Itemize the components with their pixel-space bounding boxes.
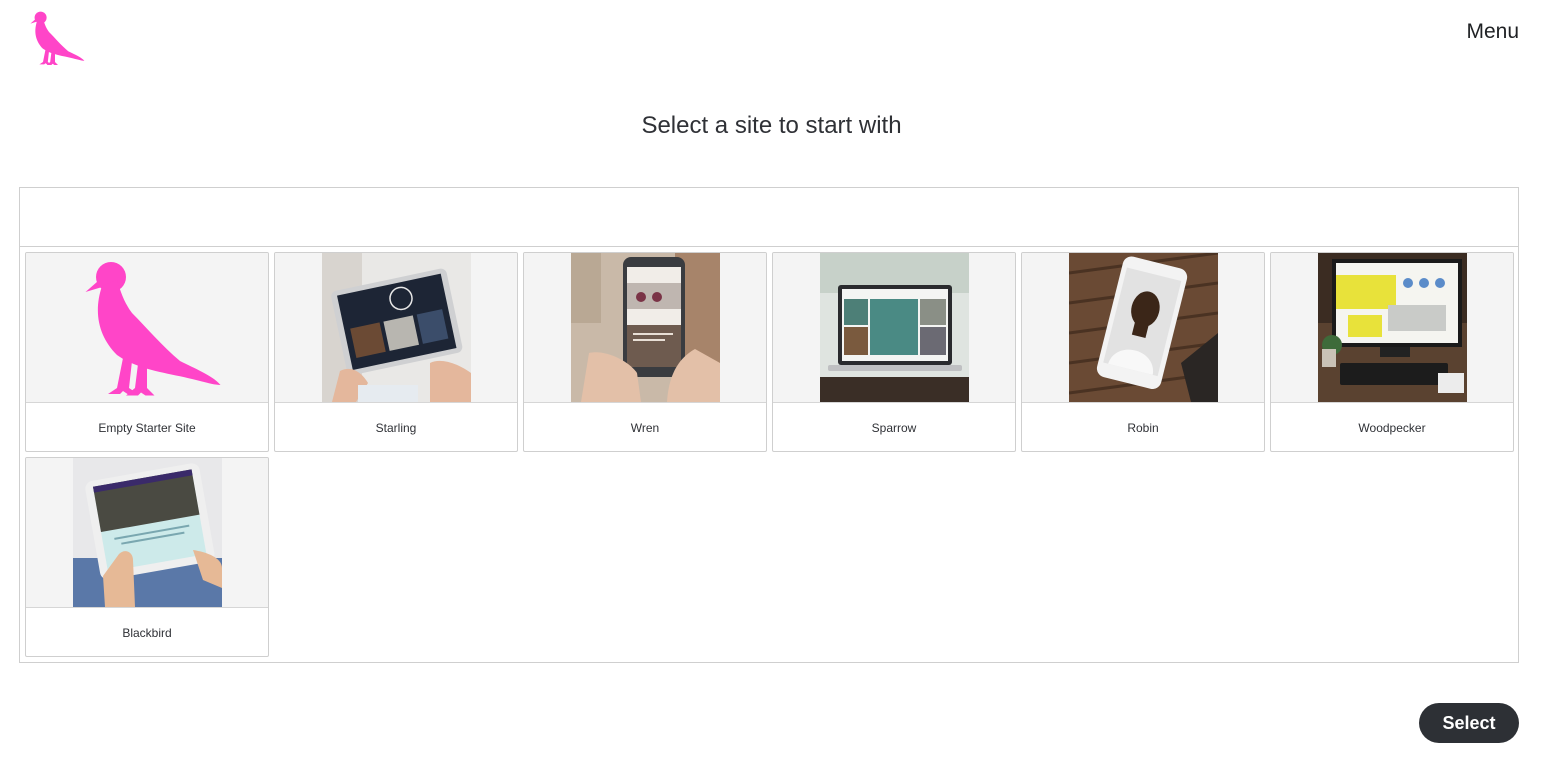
site-thumbnail bbox=[275, 253, 517, 403]
tablet-photo bbox=[321, 253, 471, 402]
site-thumbnail bbox=[1022, 253, 1264, 403]
site-card-blackbird[interactable]: Blackbird bbox=[25, 457, 269, 657]
site-thumbnail bbox=[26, 253, 268, 403]
phone-portrait-photo bbox=[1068, 253, 1218, 402]
site-thumbnail bbox=[26, 458, 268, 608]
site-grid: Empty Starter Site Starling Wren Sparrow… bbox=[25, 252, 1514, 657]
site-card-label: Robin bbox=[1127, 420, 1159, 435]
phone-photo bbox=[570, 253, 720, 402]
tablet-hand-photo bbox=[72, 458, 222, 607]
site-card-woodpecker[interactable]: Woodpecker bbox=[1270, 252, 1514, 452]
page-title: Select a site to start with bbox=[641, 112, 902, 139]
page: Menu Select a site to start with Empty S… bbox=[0, 0, 1543, 765]
site-card-label: Woodpecker bbox=[1358, 420, 1426, 435]
site-picker: Empty Starter Site Starling Wren Sparrow… bbox=[19, 187, 1519, 663]
select-button[interactable]: Select bbox=[1419, 703, 1519, 743]
site-card-sparrow[interactable]: Sparrow bbox=[772, 252, 1016, 452]
site-card-wren[interactable]: Wren bbox=[523, 252, 767, 452]
site-thumbnail bbox=[524, 253, 766, 403]
site-card-label: Sparrow bbox=[871, 420, 917, 435]
laptop-photo bbox=[819, 253, 969, 402]
site-card-label: Starling bbox=[375, 420, 417, 435]
menu-link[interactable]: Menu bbox=[1466, 20, 1519, 44]
site-card-empty-starter[interactable]: Empty Starter Site bbox=[25, 252, 269, 452]
pigeon-icon bbox=[30, 11, 85, 65]
logo[interactable] bbox=[22, 8, 88, 68]
pigeon-icon bbox=[85, 261, 221, 395]
site-card-starling[interactable]: Starling bbox=[274, 252, 518, 452]
desktop-monitor-photo bbox=[1317, 253, 1467, 402]
picker-header bbox=[20, 188, 1518, 247]
site-card-label: Empty Starter Site bbox=[98, 420, 196, 435]
site-thumbnail bbox=[1271, 253, 1513, 403]
site-thumbnail bbox=[773, 253, 1015, 403]
site-card-label: Wren bbox=[630, 420, 660, 435]
site-card-robin[interactable]: Robin bbox=[1021, 252, 1265, 452]
site-card-label: Blackbird bbox=[122, 625, 172, 640]
